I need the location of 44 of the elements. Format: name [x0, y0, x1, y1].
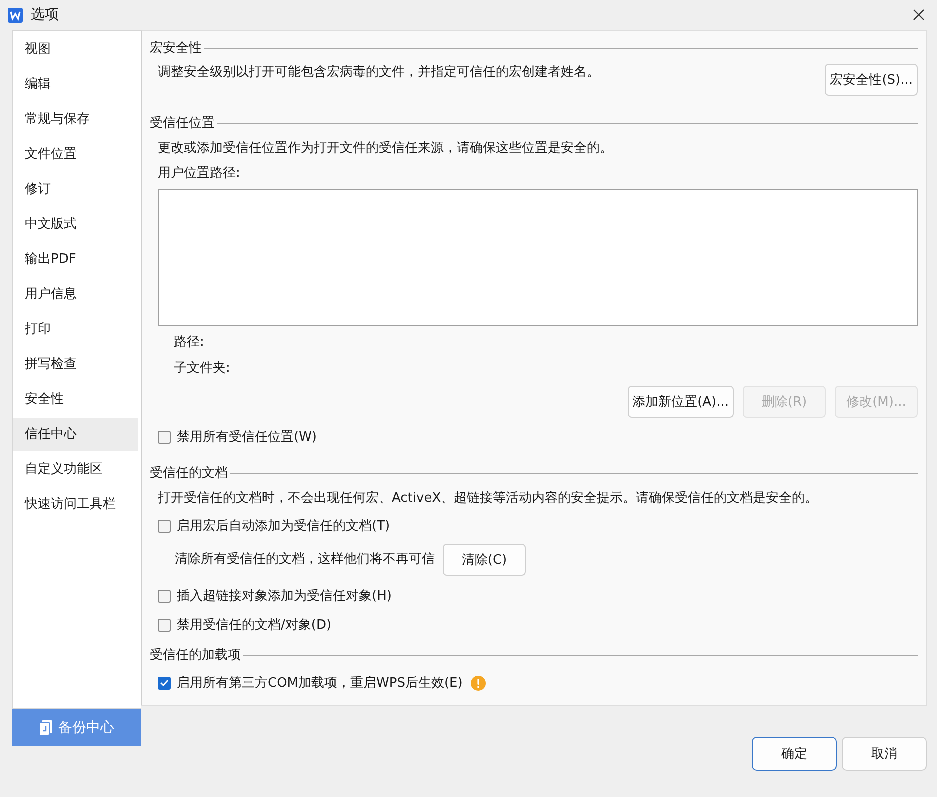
checkbox-label: 启用所有第三方COM加载项，重启WPS后生效(E): [177, 675, 463, 692]
section-title: 受信任的文档: [150, 465, 228, 482]
detail-label: 路径:: [173, 334, 204, 352]
sidebar-item[interactable]: 打印: [13, 312, 138, 347]
checkbox[interactable]: [158, 676, 171, 690]
sidebar-item[interactable]: 中文版式: [13, 207, 138, 242]
sidebar-item[interactable]: 自定义功能区: [13, 452, 138, 487]
window-title: 选项: [31, 6, 60, 24]
sidebar-item[interactable]: 安全性: [13, 382, 138, 417]
section-title: 受信任位置: [150, 115, 215, 132]
macro-security-button[interactable]: 宏安全性(S)...: [825, 64, 918, 96]
description-text: 打开受信任的文档时，不会出现任何宏、ActiveX、超链接等活动内容的安全提示。请确保受信任的文档是安全的。: [158, 490, 820, 508]
document-icon: [38, 720, 52, 736]
sidebar-item[interactable]: 拼写检查: [13, 347, 138, 382]
clear-button[interactable]: 清除(C): [443, 544, 526, 576]
sidebar-item[interactable]: 常规与保存: [13, 102, 138, 137]
checkbox-label: 启用宏后自动添加为受信任的文档(T): [177, 518, 390, 535]
description-text: 调整安全级别以打开可能包含宏病毒的文件，并指定可信任的宏创建者姓名。: [158, 64, 600, 82]
checkbox[interactable]: [158, 430, 171, 444]
sidebar-item[interactable]: 快速访问工具栏: [13, 487, 138, 522]
sidebar-item[interactable]: 视图: [13, 32, 138, 67]
checkbox-label: 插入超链接对象添加为受信任对象(H): [177, 588, 392, 605]
add-location-button[interactable]: 添加新位置(A)...: [628, 386, 734, 418]
sidebar-item[interactable]: 信任中心: [13, 418, 138, 451]
description-text: 清除所有受信任的文档，这样他们将不再可信: [175, 551, 435, 569]
sidebar-item[interactable]: 文件位置: [13, 137, 138, 172]
cancel-button[interactable]: 取消: [842, 737, 927, 771]
section-title: 受信任的加载项: [150, 647, 241, 664]
checkbox[interactable]: [158, 590, 171, 602]
sidebar-item[interactable]: 修订: [13, 172, 138, 207]
description-text: 更改或添加受信任位置作为打开文件的受信任来源，请确保这些位置是安全的。: [158, 140, 614, 158]
section-title: 宏安全性: [150, 40, 202, 57]
close-icon[interactable]: [913, 9, 925, 21]
ok-button[interactable]: 确定: [752, 737, 837, 771]
checkbox-label: 禁用受信任的文档/对象(D): [177, 617, 332, 634]
sidebar-item[interactable]: 用户信息: [13, 277, 138, 312]
checkbox[interactable]: [158, 520, 171, 532]
checkbox[interactable]: [158, 618, 171, 632]
checkbox-label: 禁用所有受信任位置(W): [177, 429, 317, 446]
sidebar-item[interactable]: 编辑: [13, 67, 138, 102]
app-icon: [8, 8, 23, 22]
detail-label: 子文件夹:: [173, 360, 230, 378]
sidebar-item[interactable]: 输出PDF: [13, 242, 138, 277]
field-label: 用户位置路径:: [158, 165, 242, 183]
